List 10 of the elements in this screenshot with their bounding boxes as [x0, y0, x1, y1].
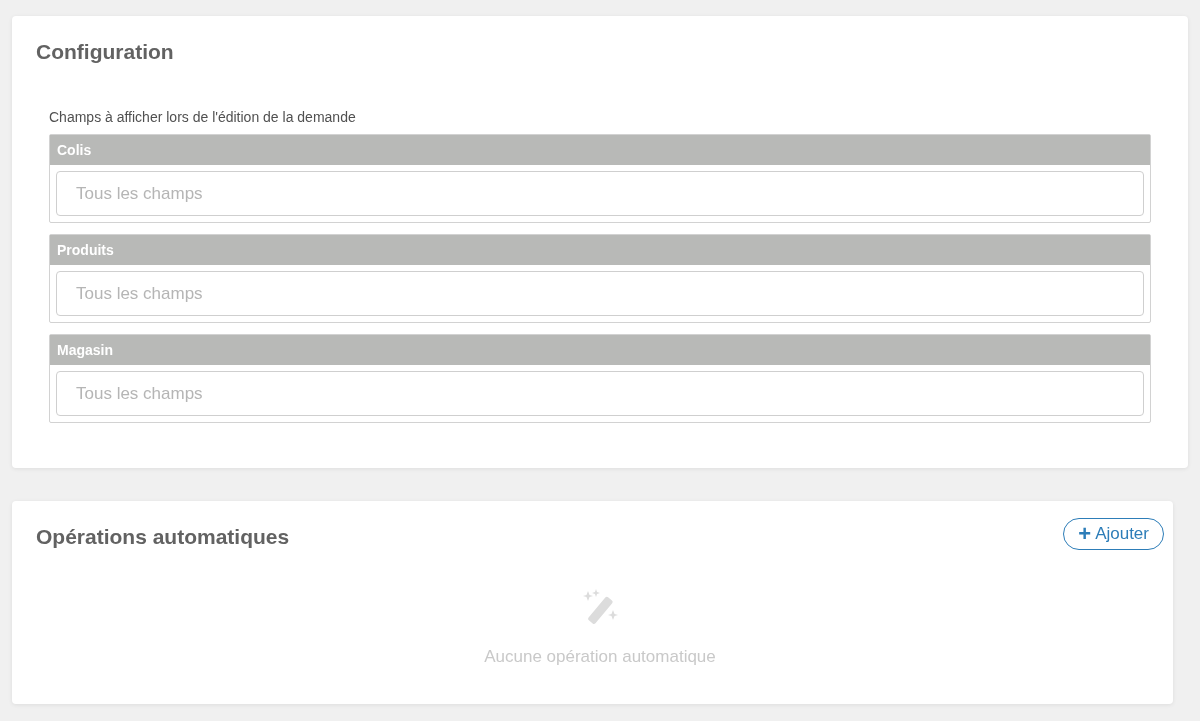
section-title: Opérations automatiques	[36, 525, 290, 549]
group-header: Colis	[50, 135, 1150, 165]
fields-select[interactable]: Tous les champs	[56, 371, 1144, 416]
fields-label: Champs à afficher lors de l'édition de la demande	[49, 109, 356, 125]
fields-select[interactable]: Tous les champs	[56, 171, 1144, 216]
fields-select[interactable]: Tous les champs	[56, 271, 1144, 316]
section-title: Configuration	[36, 40, 175, 64]
add-button[interactable]: + Ajouter	[1063, 518, 1164, 550]
group-header: Produits	[50, 235, 1150, 265]
group-header: Magasin	[50, 335, 1150, 365]
